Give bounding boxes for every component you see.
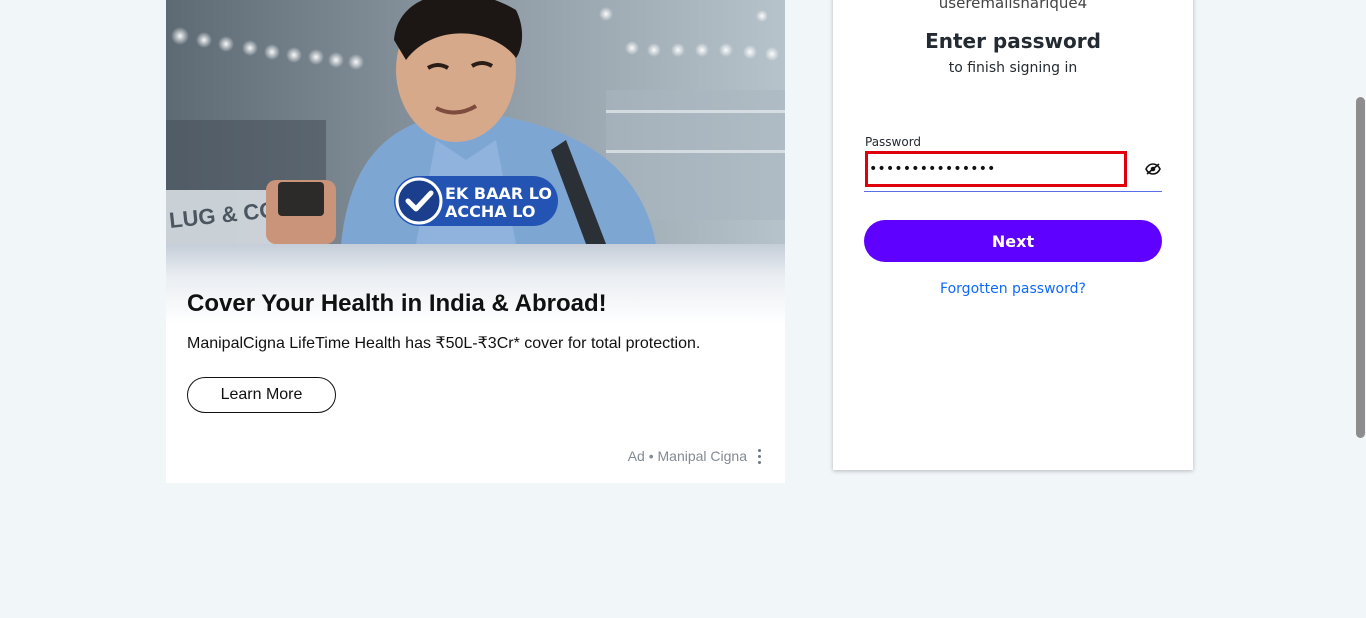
ad-badge-line2: ACCHA LO [445, 202, 535, 221]
scrollbar-thumb[interactable] [1356, 97, 1365, 438]
ad-body-text: ManipalCigna LifeTime Health has ₹50L-₹3… [187, 335, 701, 352]
eye-slash-icon[interactable] [1142, 158, 1164, 180]
password-label: Password [865, 135, 922, 149]
learn-more-button[interactable]: Learn More [187, 377, 336, 413]
ad-badge-line1: EK BAAR LO [445, 184, 552, 203]
login-card: useremailsharique4 Enter password to fin… [833, 0, 1193, 470]
page-title: Enter password [925, 29, 1101, 53]
page-subtitle: to finish signing in [948, 60, 1078, 76]
account-username: useremailsharique4 [938, 0, 1088, 12]
page: LUG & CON EK BAAR LO ACCHA LO Cover Your… [0, 0, 1366, 618]
ad-hero-illustration: LUG & CON EK BAAR LO ACCHA LO [166, 0, 785, 244]
kebab-vertical-icon[interactable] [755, 448, 763, 464]
ad-badge: EK BAAR LO ACCHA LO [394, 176, 558, 226]
ad-card[interactable]: LUG & CON EK BAAR LO ACCHA LO Cover Your… [166, 0, 785, 483]
next-button[interactable]: Next [864, 220, 1162, 262]
ad-sponsor-label: Ad • Manipal Cigna [627, 448, 747, 464]
ad-headline[interactable]: Cover Your Health in India & Abroad! [187, 288, 777, 320]
ad-footer: Ad • Manipal Cigna [628, 446, 763, 466]
ad-hero-image[interactable]: LUG & CON EK BAAR LO ACCHA LO [166, 0, 785, 244]
password-field: Password [864, 134, 1162, 192]
password-input[interactable] [865, 151, 1127, 187]
password-underline [864, 191, 1162, 192]
forgot-password-link[interactable]: Forgotten password? [833, 281, 1193, 297]
